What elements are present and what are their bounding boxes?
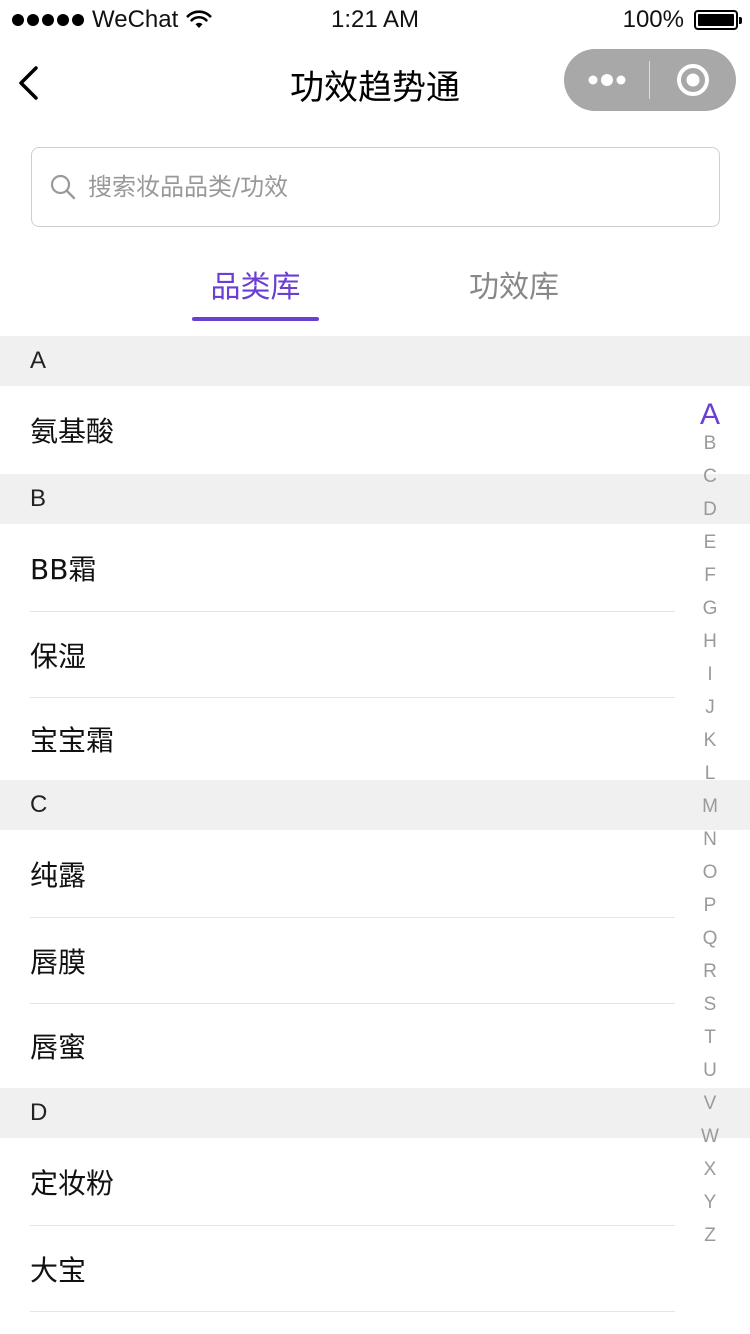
- status-bar: WeChat 1:21 AM 100%: [0, 0, 750, 40]
- list-item-label: 纯露: [30, 859, 87, 892]
- list-item-label: 大宝: [30, 1254, 87, 1287]
- list-item[interactable]: 唇膜: [0, 918, 750, 1004]
- miniprogram-capsule: [564, 49, 736, 111]
- list-item-label: 唇蜜: [30, 1031, 87, 1064]
- list-item[interactable]: 氨基酸: [0, 386, 750, 474]
- tab-efficacy-library[interactable]: 功效库: [450, 262, 578, 322]
- alpha-index-letter-x[interactable]: X: [690, 1159, 730, 1181]
- category-tabs: 品类库 功效库: [0, 262, 750, 336]
- alpha-index-letter-l[interactable]: L: [690, 763, 730, 785]
- alpha-index-letter-m[interactable]: M: [690, 796, 730, 818]
- list-item-label: 氨基酸: [30, 415, 115, 448]
- list-item[interactable]: 唇蜜: [0, 1004, 750, 1088]
- alpha-index-letter-k[interactable]: K: [690, 730, 730, 752]
- list-item[interactable]: BB霜: [0, 524, 750, 612]
- list-item-label: 唇膜: [30, 946, 87, 979]
- alpha-index-letter-v[interactable]: V: [690, 1093, 730, 1115]
- section-header-b: B: [0, 474, 750, 524]
- alpha-index-letter-d[interactable]: D: [690, 499, 730, 521]
- status-right: 100%: [622, 6, 742, 34]
- alpha-index-letter-g[interactable]: G: [690, 598, 730, 620]
- alpha-index-letter-t[interactable]: T: [690, 1027, 730, 1049]
- alpha-index-letter-h[interactable]: H: [690, 631, 730, 653]
- alpha-index-letter-u[interactable]: U: [690, 1060, 730, 1082]
- alpha-index-letter-i[interactable]: I: [690, 664, 730, 686]
- close-miniprogram-button[interactable]: [650, 49, 736, 111]
- page: WeChat 1:21 AM 100% 功效趋势通 搜索妆品品类/功效 品类库 …: [0, 0, 750, 1334]
- more-button[interactable]: [564, 49, 649, 111]
- list-item[interactable]: 大宝: [0, 1226, 750, 1312]
- category-list: A 氨基酸 B BB霜 保湿 宝宝霜 C 纯露 唇膜 唇蜜 D 定妆粉 大宝: [0, 336, 750, 1334]
- alpha-index-letter-p[interactable]: P: [690, 895, 730, 917]
- alpha-index-letter-r[interactable]: R: [690, 961, 730, 983]
- alpha-index-letter-s[interactable]: S: [690, 994, 730, 1016]
- alpha-index-letter-a[interactable]: A: [690, 398, 730, 432]
- row-divider: [30, 1311, 675, 1312]
- section-header-d: D: [0, 1088, 750, 1138]
- alpha-index-letter-e[interactable]: E: [690, 532, 730, 554]
- alpha-index-letter-w[interactable]: W: [690, 1126, 730, 1148]
- search-box[interactable]: [31, 147, 720, 227]
- alpha-index-letter-c[interactable]: C: [690, 466, 730, 488]
- alpha-index-letter-q[interactable]: Q: [690, 928, 730, 950]
- active-tab-indicator: [192, 317, 319, 321]
- list-item-label: 宝宝霜: [30, 724, 115, 757]
- section-header-a: A: [0, 336, 750, 386]
- list-item[interactable]: 保湿: [0, 612, 750, 698]
- list-item[interactable]: 宝宝霜: [0, 698, 750, 780]
- alpha-index-letter-f[interactable]: F: [690, 565, 730, 587]
- search-icon: [48, 172, 78, 202]
- tab-category-library[interactable]: 品类库: [192, 262, 319, 322]
- list-item-label: 定妆粉: [30, 1167, 115, 1200]
- list-item-label: 保湿: [30, 640, 87, 673]
- more-dots-icon: [588, 74, 625, 86]
- list-item-label: BB霜: [30, 553, 97, 586]
- alpha-index-letter-o[interactable]: O: [690, 862, 730, 884]
- alpha-index-letter-z[interactable]: Z: [690, 1225, 730, 1247]
- list-item[interactable]: 纯露: [0, 830, 750, 918]
- search-input[interactable]: [88, 157, 719, 217]
- alpha-index-letter-j[interactable]: J: [690, 697, 730, 719]
- alpha-index-letter-n[interactable]: N: [690, 829, 730, 851]
- alpha-index-letter-y[interactable]: Y: [690, 1192, 730, 1214]
- battery-icon: [694, 10, 742, 30]
- alpha-index-letter-b[interactable]: B: [690, 433, 730, 455]
- battery-percent: 100%: [622, 6, 684, 33]
- section-header-c: C: [0, 780, 750, 830]
- target-circle-icon: [677, 64, 709, 96]
- nav-bar: 功效趋势通: [0, 40, 750, 128]
- list-item[interactable]: 定妆粉: [0, 1138, 750, 1226]
